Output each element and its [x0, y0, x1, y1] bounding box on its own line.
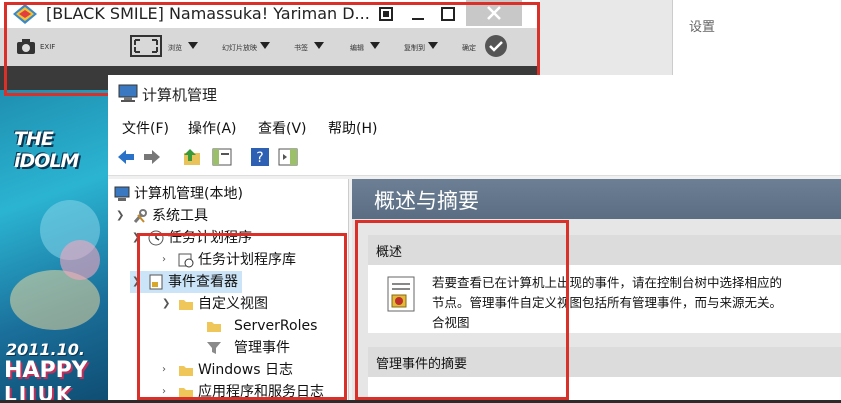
desktop-wallpaper: THE iDOLM 2011.10. HAPPY LIJUK — [0, 90, 112, 400]
cm-title-bar: 计算机管理 — [108, 75, 841, 111]
tree-label: 系统工具 — [152, 208, 208, 224]
tree-item-computer-management[interactable]: 计算机管理(本地) — [114, 183, 243, 205]
menu-file[interactable]: 文件(F) — [122, 118, 169, 138]
forward-arrow-icon[interactable] — [142, 147, 162, 167]
chevron-down-icon[interactable]: ❯ — [116, 205, 124, 227]
computer-icon — [114, 186, 130, 201]
tree-label: 计算机管理(本地) — [134, 186, 243, 202]
wallpaper-text-2: LIJUK — [4, 382, 74, 400]
highlight-box-details — [355, 220, 569, 400]
background-window — [540, 0, 672, 75]
highlight-box-tree — [137, 233, 347, 400]
overview-title: 概述与摘要 — [374, 189, 479, 213]
up-folder-icon[interactable] — [182, 147, 202, 167]
menu-view[interactable]: 查看(V) — [258, 118, 307, 138]
wallpaper-logo: THE iDOLM — [14, 128, 79, 172]
cm-title: 计算机管理 — [142, 86, 218, 104]
svg-text:?: ? — [256, 150, 263, 166]
settings-title: 设置 — [689, 20, 716, 35]
tools-icon — [133, 209, 147, 223]
menu-help[interactable]: 帮助(H) — [328, 118, 377, 138]
menu-action[interactable]: 操作(A) — [188, 118, 237, 138]
tree-item-system-tools[interactable]: ❯ 系统工具 — [114, 205, 208, 227]
wallpaper-text: HAPPY — [4, 358, 88, 383]
overview-header: 概述与摘要 — [352, 179, 841, 219]
help-icon[interactable]: ? — [250, 147, 270, 167]
cm-toolbar: ? — [108, 141, 841, 176]
menu-bar: 文件(F) 操作(A) 查看(V) 帮助(H) — [108, 111, 841, 141]
settings-window: 设置 — [672, 0, 841, 75]
back-arrow-icon[interactable] — [116, 147, 136, 167]
show-action-pane-icon[interactable] — [278, 147, 298, 167]
show-hide-tree-icon[interactable] — [212, 147, 232, 167]
computer-management-icon — [118, 84, 138, 102]
wallpaper-date: 2011.10. — [6, 340, 85, 359]
